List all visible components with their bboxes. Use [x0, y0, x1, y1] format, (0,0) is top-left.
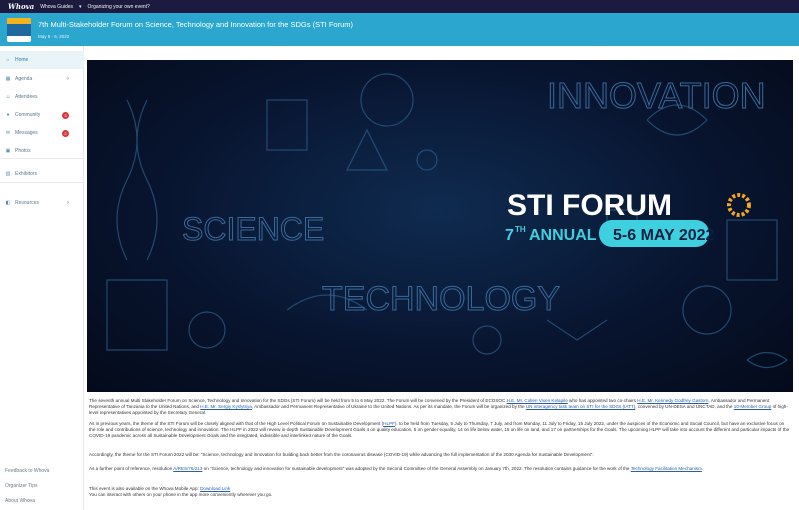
text-span: on "Science, technology and innovation f… — [202, 466, 631, 471]
menu-organizing-event[interactable]: Organizing your own event? — [88, 4, 150, 10]
building-icon: ▥ — [5, 171, 11, 177]
sidebar-item-resources[interactable]: ◧ Resources › — [0, 194, 84, 212]
photo-icon: ▣ — [5, 148, 11, 154]
feedback-link[interactable]: Feedback to Whova — [5, 468, 49, 474]
sidebar-item-label: Resources — [15, 200, 39, 206]
sdg-wheel-icon — [727, 193, 751, 217]
sidebar: ⌂ Home ▦ Agenda › ☺ Attendees ● Communit… — [0, 46, 84, 510]
description-paragraph-5: This event is also available on the Whov… — [89, 486, 791, 498]
banner-forum-title: STI FORUM — [507, 189, 672, 222]
text-span: , convened by UN-DESA and UNCTAD, and th… — [635, 404, 734, 409]
sidebar-item-community[interactable]: ● Community 3 — [0, 106, 84, 124]
link-sergiy-kyslytsya[interactable]: H.E. Mr. Sergiy Kyslytsya — [200, 404, 252, 409]
link-kennedy-gastorn[interactable]: H.E. Mr. Kennedy Godfrey Gastorn — [637, 398, 708, 403]
link-download[interactable]: Download Link — [200, 486, 230, 491]
link-iatt[interactable]: UN interagency task team on STI for the … — [526, 404, 635, 409]
banner-annual-word: ANNUAL — [529, 227, 597, 244]
text-span: This event is also available on the Whov… — [89, 486, 201, 491]
main-content: INNOVATION SCIENCE TECHNOLOGY STI FORUM … — [84, 46, 799, 510]
link-resolution[interactable]: A/RES/76/213 — [173, 466, 202, 471]
text-span: You can interact with others on your pho… — [89, 492, 273, 497]
text-span: , Ambassador and Permanent Representativ… — [251, 404, 526, 409]
folder-icon: ◧ — [5, 200, 11, 206]
sidebar-item-label: Messages — [15, 130, 38, 136]
text-span: The seventh annual Multi Stakeholder For… — [89, 398, 507, 403]
text-span: who has appointed two co-chairs — [567, 398, 638, 403]
sidebar-item-label: Photos — [15, 148, 31, 154]
banner-artwork: INNOVATION SCIENCE TECHNOLOGY STI FORUM … — [106, 73, 789, 369]
sidebar-item-attendees[interactable]: ☺ Attendees — [0, 88, 84, 106]
text-span: . — [701, 466, 704, 471]
text-span: As a further point of reference, resolut… — [89, 466, 174, 471]
event-dates: May 5 - 6, 2022 — [38, 34, 70, 39]
text-span: As in previous years, the theme of the S… — [89, 421, 384, 426]
calendar-icon: ▦ — [5, 76, 11, 82]
chat-icon: ✉ — [5, 130, 11, 136]
about-whova-link[interactable]: About Whova — [5, 498, 35, 504]
sidebar-item-label: Community — [15, 112, 41, 118]
sidebar-item-label: Exhibitors — [15, 171, 37, 177]
description-paragraph-1: The seventh annual Multi Stakeholder For… — [89, 398, 791, 416]
link-hlpf[interactable]: HLPF — [383, 421, 395, 426]
description-paragraph-4: As a further point of reference, resolut… — [89, 466, 791, 472]
description-paragraph-2: As in previous years, the theme of the S… — [89, 421, 791, 439]
sidebar-item-home[interactable]: ⌂ Home — [0, 51, 84, 69]
chevron-down-icon[interactable]: ▾ — [79, 4, 82, 10]
organizer-tips-link[interactable]: Organizer Tips — [5, 483, 38, 489]
community-icon: ● — [6, 112, 10, 118]
sidebar-divider — [0, 158, 84, 159]
sidebar-item-label: Agenda — [15, 76, 33, 82]
banner-word-technology: TECHNOLOGY — [322, 280, 560, 318]
sidebar-item-messages[interactable]: ✉ Messages 2 — [0, 124, 84, 142]
banner-word-science: SCIENCE — [182, 211, 324, 247]
messages-count-badge: 2 — [62, 129, 69, 137]
sidebar-item-exhibitors[interactable]: ▥ Exhibitors — [0, 165, 84, 183]
event-logo — [7, 18, 31, 42]
community-count-badge: 3 — [62, 111, 69, 119]
banner-word-innovation: INNOVATION — [547, 75, 766, 116]
event-banner: INNOVATION SCIENCE TECHNOLOGY STI FORUM … — [87, 60, 793, 392]
sidebar-item-agenda[interactable]: ▦ Agenda › — [0, 70, 84, 88]
menu-whova-guides[interactable]: Whova Guides — [40, 4, 73, 10]
chevron-right-icon: › — [67, 200, 69, 206]
event-header: 7th Multi-Stakeholder Forum on Science, … — [0, 13, 799, 46]
description-paragraph-3: Accordingly, the theme for the STI Forum… — [89, 452, 594, 457]
banner-annual-suffix: TH — [515, 225, 526, 234]
sidebar-divider — [0, 182, 84, 183]
home-icon: ⌂ — [6, 57, 10, 63]
link-tfm[interactable]: Technology Facilitation Mechanism — [631, 466, 702, 471]
banner-annual-number: 7 — [505, 227, 514, 244]
chevron-right-icon: › — [67, 76, 69, 82]
event-title: 7th Multi-Stakeholder Forum on Science, … — [38, 20, 354, 29]
banner-dates: 5-6 MAY 2022 — [613, 227, 715, 244]
link-collen-kelapile[interactable]: H.E. Mr. Collen Vixen Kelapile — [507, 398, 568, 403]
sidebar-item-label: Home — [15, 57, 29, 63]
link-10-member-group[interactable]: 10-Member Group — [734, 404, 772, 409]
people-icon: ☺ — [5, 94, 11, 100]
top-bar: Whova Whova Guides ▾ Organizing your own… — [0, 0, 799, 13]
whova-logo[interactable]: Whova — [8, 2, 34, 11]
sidebar-item-label: Attendees — [15, 94, 38, 100]
